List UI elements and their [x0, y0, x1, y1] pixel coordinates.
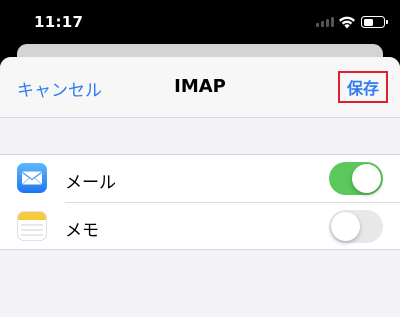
- battery-cap: [386, 20, 388, 24]
- mail-toggle[interactable]: [329, 162, 383, 195]
- notes-icon: [17, 211, 47, 241]
- list-item-notes: メモ: [0, 203, 400, 250]
- notes-toggle[interactable]: [329, 210, 383, 243]
- wifi-icon: [339, 16, 355, 29]
- save-button[interactable]: 保存: [338, 71, 388, 103]
- battery-icon: [361, 16, 385, 28]
- status-time: 11:17: [34, 13, 84, 31]
- mail-icon: [17, 163, 47, 193]
- list-item-mail: メール: [0, 155, 400, 203]
- status-bar: 11:17: [0, 0, 400, 48]
- list-item-label: メモ: [65, 221, 99, 241]
- nav-bar: キャンセル IMAP 保存: [0, 57, 400, 118]
- sync-options-list: メール メモ: [0, 154, 400, 250]
- list-item-label: メール: [65, 173, 116, 193]
- cellular-signal-icon: [316, 17, 334, 27]
- imap-sheet: キャンセル IMAP 保存 メール メモ: [0, 57, 400, 317]
